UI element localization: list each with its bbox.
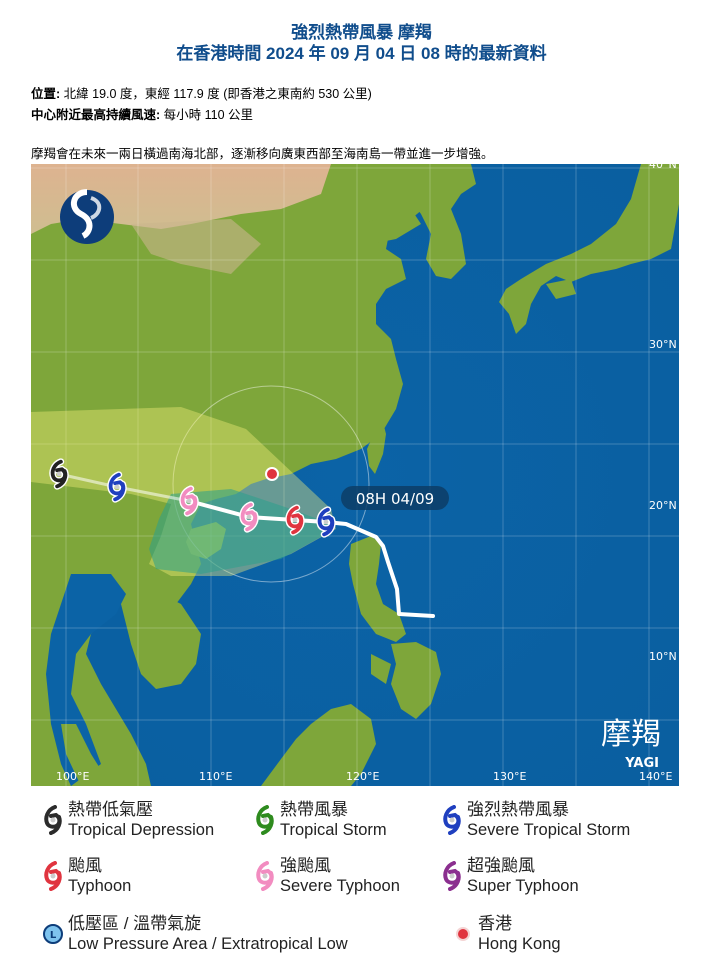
legend-zh: 低壓區 / 溫帶氣旋 bbox=[68, 914, 202, 933]
low-pressure-icon: L bbox=[40, 914, 66, 954]
legend-en: Tropical Depression bbox=[68, 821, 215, 839]
legend-item: 香港 Hong Kong bbox=[450, 914, 561, 954]
legend-zh: 熱帶風暴 bbox=[280, 800, 348, 819]
tropical-storm-icon bbox=[252, 800, 278, 840]
legend-item: 強颱風 Severe Typhoon bbox=[252, 856, 400, 896]
cyclone-glyph bbox=[254, 861, 276, 891]
track-map: 08H 04/09 100°E 110°E 120°E 130°E 140°E … bbox=[31, 164, 679, 786]
hong-kong-marker-icon bbox=[450, 914, 476, 954]
wind-label: 中心附近最高持續風速: bbox=[31, 108, 161, 122]
lon-label: 110°E bbox=[199, 770, 232, 783]
typhoon-icon bbox=[40, 856, 66, 896]
legend-en: Severe Tropical Storm bbox=[467, 821, 631, 839]
legend-item: 颱風 Typhoon bbox=[40, 856, 131, 896]
legend-en: Severe Typhoon bbox=[280, 877, 400, 895]
lat-label: 30°N bbox=[649, 338, 677, 351]
page-subtitle: 在香港時間 2024 年 09 月 04 日 08 時的最新資料 bbox=[176, 44, 547, 63]
cyclone-glyph bbox=[441, 805, 463, 835]
severe-tropical-storm-icon bbox=[439, 800, 465, 840]
legend-en: Tropical Storm bbox=[280, 821, 387, 839]
severe-typhoon-icon bbox=[252, 856, 278, 896]
hong-kong-marker-icon bbox=[265, 467, 279, 481]
lon-label: 130°E bbox=[493, 770, 526, 783]
lon-label: 140°E bbox=[639, 770, 672, 783]
lat-label: 40°N bbox=[649, 164, 677, 171]
position-value: 北緯 19.0 度，東經 117.9 度 (即香港之東南約 530 公里) bbox=[60, 87, 372, 101]
hko-logo-icon bbox=[60, 189, 114, 244]
legend: 熱帶低氣壓 Tropical Depression 熱帶風暴 Tropical St… bbox=[40, 796, 690, 974]
legend-zh: 颱風 bbox=[68, 856, 102, 875]
cyclone-glyph bbox=[254, 805, 276, 835]
position-info: 位置: 北緯 19.0 度，東經 117.9 度 (即香港之東南約 530 公里… bbox=[31, 86, 372, 102]
legend-zh: 強颱風 bbox=[280, 856, 331, 875]
page-title: 強烈熱帶風暴 摩羯 bbox=[291, 23, 432, 42]
wind-info: 中心附近最高持續風速: 每小時 110 公里 bbox=[31, 107, 253, 123]
lat-label: 20°N bbox=[649, 499, 677, 512]
legend-en: Low Pressure Area / Extratropical Low bbox=[68, 935, 348, 953]
position-label: 位置: bbox=[31, 87, 61, 101]
legend-zh: 熱帶低氣壓 bbox=[68, 800, 153, 819]
legend-en: Super Typhoon bbox=[467, 877, 579, 895]
legend-en: Typhoon bbox=[68, 877, 132, 895]
legend-item: 強烈熱帶風暴 Severe Tropical Storm bbox=[439, 800, 630, 840]
lon-label: 120°E bbox=[346, 770, 379, 783]
wind-value: 每小時 110 公里 bbox=[160, 108, 254, 122]
legend-item: 熱帶低氣壓 Tropical Depression bbox=[40, 800, 214, 840]
legend-item: 熱帶風暴 Tropical Storm bbox=[252, 800, 387, 840]
tropical-depression-icon bbox=[40, 800, 66, 840]
lon-label: 100°E bbox=[56, 770, 89, 783]
cyclone-glyph bbox=[441, 861, 463, 891]
legend-zh: 香港 bbox=[478, 914, 512, 933]
svg-text:L: L bbox=[50, 930, 57, 941]
legend-item: L 低壓區 / 溫帶氣旋 Low Pressure Area / Extratro… bbox=[40, 914, 348, 954]
cyclone-glyph bbox=[42, 861, 64, 891]
legend-zh: 強烈熱帶風暴 bbox=[467, 800, 569, 819]
current-time-label: 08H 04/09 bbox=[356, 490, 434, 508]
legend-zh: 超強颱風 bbox=[467, 856, 535, 875]
forecast-text: 摩羯會在未來一兩日橫過南海北部，逐漸移向廣東西部至海南島一帶並進一步增強。 bbox=[31, 147, 494, 161]
storm-name-en: YAGI bbox=[624, 756, 659, 771]
super-typhoon-icon bbox=[439, 856, 465, 896]
legend-item: 超強颱風 Super Typhoon bbox=[439, 856, 579, 896]
cyclone-glyph bbox=[42, 805, 64, 835]
legend-en: Hong Kong bbox=[478, 935, 561, 953]
lat-label: 10°N bbox=[649, 650, 677, 663]
storm-name-zh: 摩羯 bbox=[601, 717, 661, 752]
